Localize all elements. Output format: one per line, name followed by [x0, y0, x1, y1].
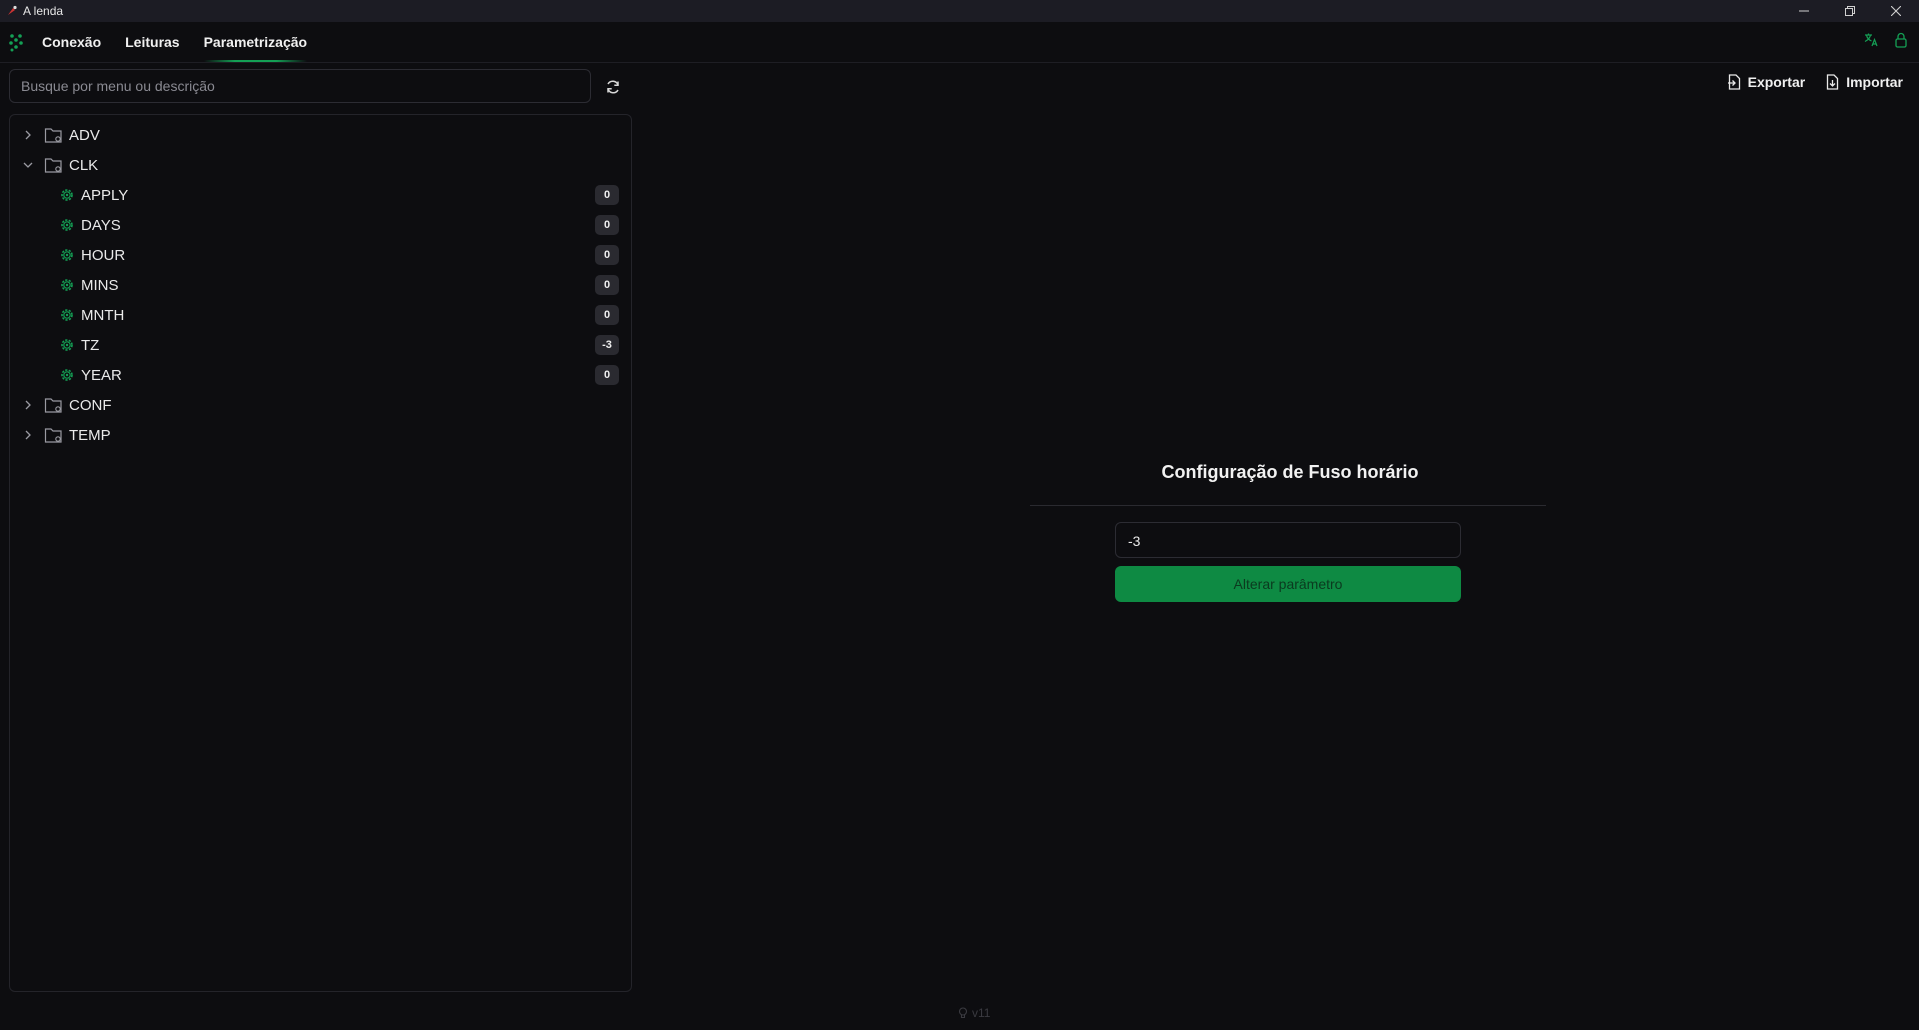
export-button[interactable]: Exportar — [1727, 74, 1806, 90]
close-button[interactable] — [1873, 0, 1919, 22]
chevron-right-icon[interactable] — [22, 399, 34, 411]
gear-icon — [58, 216, 76, 234]
folder-settings-icon — [44, 396, 64, 414]
tree-folder-conf[interactable]: CONF — [10, 390, 631, 420]
version-footer: v11 — [958, 1006, 990, 1020]
translate-icon[interactable] — [1863, 32, 1879, 53]
parameter-value-input[interactable] — [1116, 523, 1474, 559]
gear-icon — [58, 306, 76, 324]
search-field-container — [9, 69, 591, 103]
config-title: Configuração de Fuso horário — [1161, 462, 1419, 482]
folder-settings-icon — [44, 126, 64, 144]
value-badge: 0 — [595, 365, 619, 385]
tab-parametrizacao[interactable]: Parametrização — [203, 22, 307, 62]
tree-item-label: YEAR — [81, 366, 122, 384]
gear-icon — [58, 186, 76, 204]
tree-item-label: MNTH — [81, 306, 125, 324]
tree-item-label: APPLY — [81, 186, 129, 204]
tree-folder-temp[interactable]: TEMP — [10, 420, 631, 450]
parameter-value-field — [1115, 522, 1474, 559]
tree-item-tz[interactable]: TZ -3 — [10, 330, 631, 360]
menubar-right-icons — [1863, 22, 1909, 62]
refresh-button[interactable] — [603, 77, 623, 97]
tree-item-label: TZ — [81, 336, 100, 354]
tree-item-label: MINS — [81, 276, 119, 294]
lock-icon[interactable] — [1893, 32, 1909, 53]
export-icon — [1727, 74, 1740, 90]
window-titlebar: A lenda — [0, 0, 1919, 22]
minimize-button[interactable] — [1781, 0, 1827, 22]
main-menubar: Conexão Leituras Parametrização — [0, 22, 1919, 63]
tree-folder-adv[interactable]: ADV — [10, 120, 631, 150]
tab-conexao[interactable]: Conexão — [42, 22, 101, 62]
brand-logo-icon — [8, 31, 24, 53]
tree-item-apply[interactable]: APPLY 0 — [10, 180, 631, 210]
tree-folder-label: CLK — [69, 156, 99, 174]
gear-icon — [58, 336, 76, 354]
export-label: Exportar — [1747, 74, 1806, 90]
change-parameter-button[interactable]: Alterar parâmetro — [1115, 566, 1461, 602]
chevron-right-icon[interactable] — [22, 429, 34, 441]
value-badge: -3 — [595, 335, 619, 355]
tree-folder-clk[interactable]: CLK — [10, 150, 631, 180]
value-badge: 0 — [595, 185, 619, 205]
minimize-icon — [1799, 10, 1809, 12]
restore-icon — [1845, 6, 1855, 16]
import-icon — [1827, 74, 1839, 90]
tab-leituras[interactable]: Leituras — [125, 22, 179, 62]
search-input[interactable] — [10, 69, 590, 103]
value-badge: 0 — [595, 245, 619, 265]
window-controls — [1781, 0, 1919, 22]
import-export-actions: Exportar Importar — [1727, 74, 1903, 90]
gear-icon — [58, 366, 76, 384]
tree-item-mnth[interactable]: MNTH 0 — [10, 300, 631, 330]
value-badge: 0 — [595, 275, 619, 295]
import-label: Importar — [1846, 74, 1903, 90]
tree-item-year[interactable]: YEAR 0 — [10, 360, 631, 390]
tree-folder-label: TEMP — [69, 426, 111, 444]
chevron-down-icon[interactable] — [22, 159, 34, 171]
tree-item-label: HOUR — [81, 246, 126, 264]
value-badge: 0 — [595, 305, 619, 325]
value-badge: 0 — [595, 215, 619, 235]
config-divider — [1030, 505, 1546, 506]
close-icon — [1891, 6, 1901, 16]
parameter-tree: ADV CLK APPLY 0 DAYS 0 HOUR 0 MINS 0 MNT… — [9, 114, 632, 992]
gear-icon — [58, 246, 76, 264]
tree-item-label: DAYS — [81, 216, 121, 234]
folder-settings-icon — [44, 426, 64, 444]
app-logo-icon — [5, 4, 19, 18]
window-title: A lenda — [23, 4, 64, 18]
refresh-icon — [607, 80, 619, 94]
version-label: v11 — [972, 1006, 991, 1020]
gear-icon — [58, 276, 76, 294]
tree-item-days[interactable]: DAYS 0 — [10, 210, 631, 240]
tree-folder-label: ADV — [69, 126, 100, 144]
import-button[interactable]: Importar — [1825, 74, 1903, 90]
tree-item-mins[interactable]: MINS 0 — [10, 270, 631, 300]
tree-folder-label: CONF — [69, 396, 112, 414]
bulb-icon — [958, 1007, 968, 1019]
folder-settings-icon — [44, 156, 64, 174]
tree-item-hour[interactable]: HOUR 0 — [10, 240, 631, 270]
chevron-right-icon[interactable] — [22, 129, 34, 141]
restore-button[interactable] — [1827, 0, 1873, 22]
